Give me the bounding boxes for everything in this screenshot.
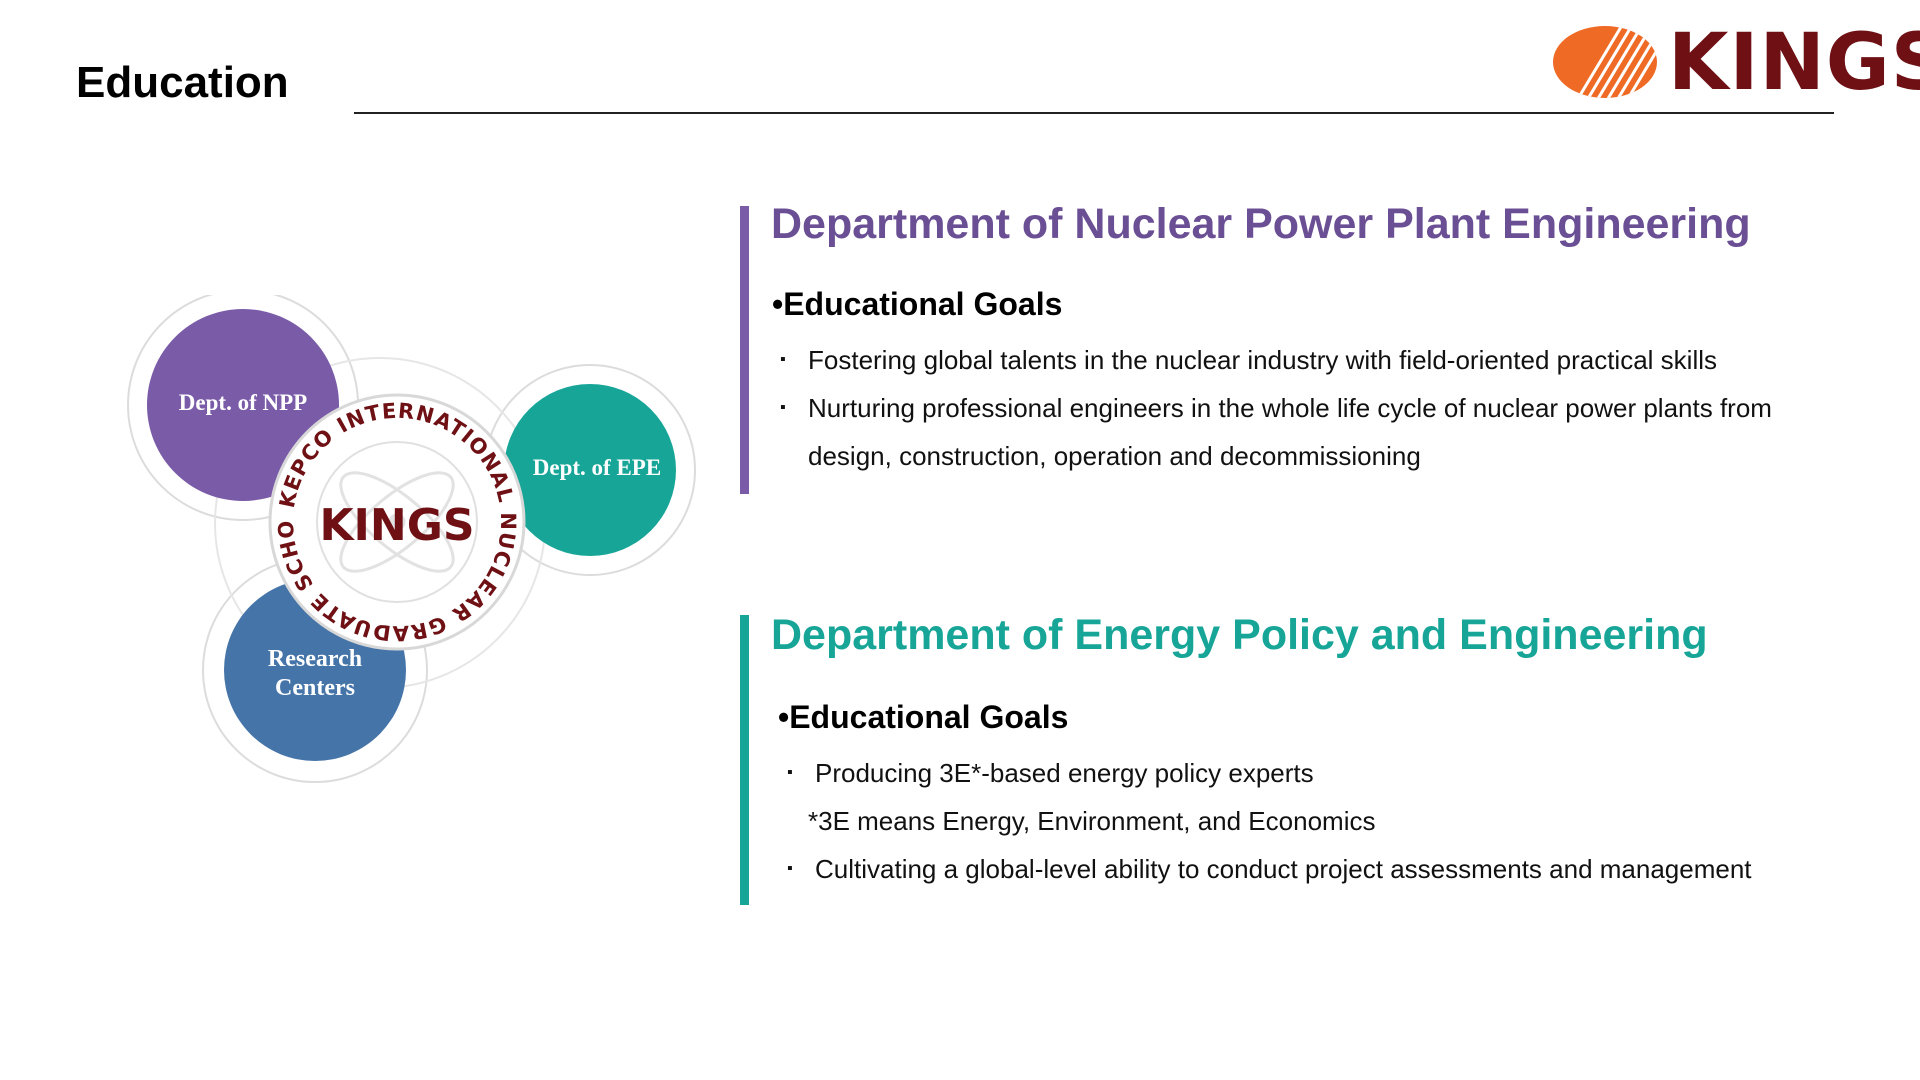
list-item: ▪ Fostering global talents in the nuclea… — [780, 336, 1772, 384]
bullet-icon: ▪ — [787, 764, 793, 781]
epe-title: Department of Energy Policy and Engineer… — [771, 611, 1708, 659]
bullet-icon: ▪ — [780, 351, 786, 368]
list-item-text: Cultivating a global-level ability to co… — [815, 854, 1752, 884]
bullet-icon: ▪ — [780, 399, 786, 416]
footnote: *3E means Energy, Environment, and Econo… — [808, 797, 1752, 845]
npp-label: Dept. of NPP — [179, 390, 307, 415]
epe-goals-list: ▪ Producing 3E*-based energy policy expe… — [787, 749, 1752, 893]
research-label-line1: Research — [268, 646, 362, 672]
epe-accent-bar — [740, 615, 749, 905]
list-item-text: Nurturing professional engineers in the … — [808, 393, 1772, 423]
list-item-text: Fostering global talents in the nuclear … — [808, 345, 1717, 375]
organization-diagram: KEPCO INTERNATIONAL NUCLEAR GRADUATE SCH… — [111, 276, 710, 785]
kings-logo-emblem-icon — [1553, 26, 1657, 98]
npp-goals-list: ▪ Fostering global talents in the nuclea… — [780, 336, 1772, 480]
research-label-line2: Centers — [275, 675, 355, 701]
epe-section: Department of Energy Policy and Engineer… — [740, 611, 1860, 905]
list-item-text: design, construction, operation and deco… — [808, 441, 1421, 471]
epe-goals-heading: •Educational Goals — [778, 699, 1069, 735]
npp-goals-heading: •Educational Goals — [772, 286, 1063, 322]
list-item: ▪ Nurturing professional engineers in th… — [780, 384, 1772, 432]
npp-accent-bar — [740, 206, 749, 494]
seal-center-text: KINGS — [319, 500, 474, 551]
header-divider — [354, 112, 1834, 114]
list-item-continuation: design, construction, operation and deco… — [808, 432, 1772, 480]
list-item: ▪ Cultivating a global-level ability to … — [787, 845, 1752, 893]
list-item-text: Producing 3E*-based energy policy expert… — [815, 758, 1314, 788]
epe-label: Dept. of EPE — [533, 455, 661, 480]
kings-logo: KINGS — [1550, 18, 1920, 108]
npp-section: Department of Nuclear Power Plant Engine… — [740, 200, 1860, 496]
list-item: ▪ Producing 3E*-based energy policy expe… — [787, 749, 1752, 797]
bullet-icon: ▪ — [787, 860, 793, 877]
footnote-text: *3E means Energy, Environment, and Econo… — [808, 806, 1376, 836]
logo-text: KINGS — [1668, 18, 1920, 108]
npp-title: Department of Nuclear Power Plant Engine… — [771, 200, 1751, 248]
page-title: Education — [76, 58, 289, 107]
